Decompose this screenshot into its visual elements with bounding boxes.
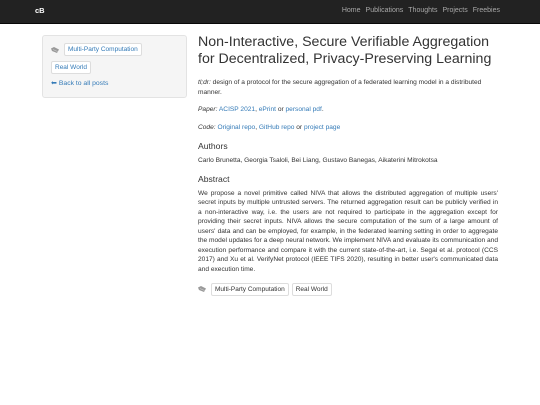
tag-icon [51,46,60,53]
sidebar-tag-mpc[interactable]: Multi-Party Computation [64,43,142,56]
back-to-posts-link[interactable]: ⬅ Back to all posts [51,79,178,89]
tldr: tl;dr: design of a protocol for the secu… [198,78,498,97]
tldr-text: design of a protocol for the secure aggr… [198,79,482,96]
paper-pdf-link[interactable]: personal pdf [286,106,322,113]
paper-end: . [321,106,324,114]
nav-home[interactable]: Home [342,6,361,16]
paper-acisp-link[interactable]: ACISP 2021 [219,106,255,113]
authors-list: Carlo Brunetta, Georgia Tsaloli, Bei Lia… [198,156,438,164]
code-project-link[interactable]: project page [304,124,340,131]
nav-projects[interactable]: Projects [442,6,467,16]
navbar: cB Home Publications Thoughts Projects F… [0,0,540,24]
paper-label: Paper: [198,106,218,114]
nav-publications[interactable]: Publications [366,6,404,16]
post-title: Non-Interactive, Secure Verifiable Aggre… [198,34,492,67]
code-label: Code: [198,123,216,131]
sidebar-tag-row: Real World [51,61,178,74]
post-content: Non-Interactive, Secure Verifiable Aggre… [198,34,498,296]
code-sep: or [294,123,304,131]
code-github-link[interactable]: GitHub repo [259,124,295,131]
abstract-heading: Abstract [198,174,230,185]
back-arrow-icon: ⬅ [51,79,57,87]
paper-sep: or [275,106,286,114]
post-tag-mpc[interactable]: Multi-Party Computation [211,282,289,296]
authors-heading: Authors [198,141,228,152]
abstract-text: We propose a novel primitive called NIVA… [198,189,498,274]
code-links: Code: Original repo, GitHub repo or proj… [198,123,498,133]
paper-links: Paper: ACISP 2021, ePrint or personal pd… [198,105,498,115]
nav-freebies[interactable]: Freebies [473,6,500,16]
brand-link[interactable]: cB [35,6,45,17]
code-original-link[interactable]: Original repo [217,124,255,131]
back-link-label[interactable]: Back to all posts [59,79,109,89]
nav-thoughts[interactable]: Thoughts [408,6,437,16]
sidebar: Multi-Party Computation Real World ⬅ Bac… [42,35,187,98]
paper-eprint-link[interactable]: ePrint [259,106,276,113]
nav-links: Home Publications Thoughts Projects Free… [342,6,500,16]
sidebar-tag-row: Multi-Party Computation [51,43,178,56]
post-tags: Multi-Party Computation Real World [198,282,498,296]
tag-icon [198,286,207,293]
post-tag-real-world[interactable]: Real World [291,282,332,296]
tldr-label: tl;dr: [198,79,211,86]
sidebar-tag-real-world[interactable]: Real World [51,61,92,74]
